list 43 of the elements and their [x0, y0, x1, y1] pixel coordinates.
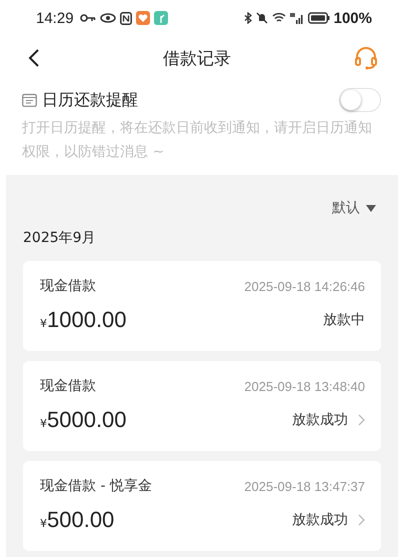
calendar-icon	[22, 93, 37, 107]
currency-symbol: ¥	[40, 417, 47, 430]
plant-app-icon	[154, 11, 168, 25]
chevron-right-icon	[358, 514, 365, 526]
currency-symbol: ¥	[40, 317, 47, 330]
loan-amount: 500.00	[47, 507, 114, 533]
sort-dropdown[interactable]: 默认	[332, 199, 376, 217]
loan-record-card[interactable]: 现金借款 2025-09-18 13:48:40 ¥5000.00 放款成功	[23, 361, 381, 451]
loan-amount: 5000.00	[47, 407, 127, 433]
loan-name: 现金借款 - 悦享金	[40, 477, 152, 495]
reminder-title: 日历还款提醒	[42, 90, 139, 110]
loan-status: 放款成功	[292, 411, 348, 429]
loan-name: 现金借款	[40, 377, 96, 395]
customer-service-button[interactable]	[352, 44, 380, 72]
month-heading: 2025年9月	[23, 229, 97, 247]
battery-percentage: 100%	[334, 10, 372, 26]
loan-record-card[interactable]: 现金借款 - 悦享金 2025-09-18 13:47:37 ¥500.00 放款成功	[23, 461, 381, 551]
bluetooth-icon	[244, 12, 252, 24]
calendar-reminder-switch[interactable]	[339, 88, 381, 112]
battery-icon	[308, 12, 330, 24]
loan-status: 放款成功	[292, 511, 348, 529]
dropdown-triangle-icon	[366, 204, 376, 212]
loan-amount: 1000.00	[47, 307, 127, 333]
loan-time: 2025-09-18 14:26:46	[244, 278, 365, 294]
chevron-right-icon	[358, 414, 365, 426]
muted-bell-icon	[256, 12, 268, 24]
heart-app-icon	[136, 11, 150, 25]
loan-record-card[interactable]: 现金借款 2025-09-18 14:26:46 ¥1000.00 放款中	[23, 261, 381, 351]
loan-status: 放款中	[323, 311, 365, 329]
reminder-description: 打开日历提醒，将在还款日前收到通知，请开启日历通知权限，以防错过消息 ~	[22, 119, 373, 162]
eye-icon	[100, 13, 116, 23]
clock-time: 14:29	[36, 10, 74, 26]
loan-time: 2025-09-18 13:48:40	[244, 378, 365, 394]
key-icon	[80, 13, 96, 23]
currency-symbol: ¥	[40, 517, 47, 530]
back-icon	[28, 48, 40, 68]
wifi-icon	[272, 12, 286, 24]
nfc-icon	[120, 12, 132, 24]
loan-name: 现金借款	[40, 277, 96, 295]
headset-icon	[354, 46, 378, 70]
page-title: 借款记录	[163, 48, 231, 70]
loan-time: 2025-09-18 13:47:37	[244, 478, 365, 494]
signal-icon	[290, 12, 304, 24]
